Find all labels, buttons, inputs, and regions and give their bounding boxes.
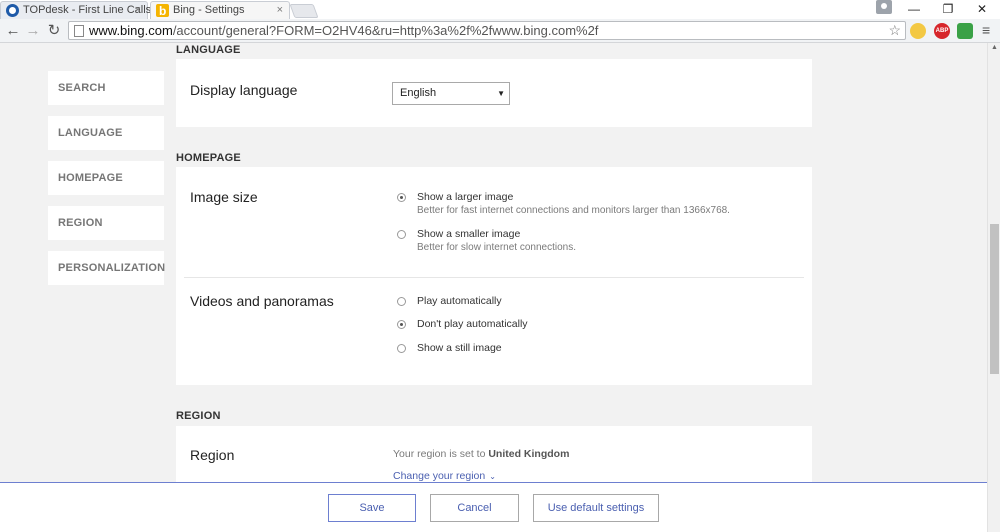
tab-title: TOPdesk - First Line Calls	[23, 4, 152, 16]
region-section-title: REGION	[176, 410, 221, 422]
tab-bing-settings[interactable]: Bing - Settings ×	[150, 1, 290, 20]
tab-topdesk[interactable]: TOPdesk - First Line Calls ×	[0, 1, 152, 19]
radio-play-automatically[interactable]	[397, 297, 406, 306]
region-value: United Kingdom	[488, 448, 570, 460]
sidebar-item-search[interactable]: SEARCH	[48, 71, 164, 105]
browser-toolbar: ← → ↻ www.bing.com/account/general?FORM=…	[0, 19, 1000, 43]
language-panel: Display language English ▼	[176, 59, 812, 127]
scroll-up-icon[interactable]: ▲	[991, 44, 998, 51]
display-language-select[interactable]: English ▼	[392, 82, 510, 105]
reload-button[interactable]: ↻	[45, 22, 63, 39]
topdesk-favicon-icon	[6, 4, 19, 17]
page-icon	[74, 25, 84, 37]
extension-print-icon[interactable]	[957, 23, 973, 39]
tab-strip: TOPdesk - First Line Calls × Bing - Sett…	[0, 0, 1000, 20]
cancel-button[interactable]: Cancel	[430, 494, 519, 522]
close-tab-icon[interactable]: ×	[277, 2, 283, 19]
language-section-title: LANGUAGE	[176, 44, 241, 56]
restore-button[interactable]: ❐	[931, 0, 965, 18]
bookmark-star-icon[interactable]: ☆	[888, 22, 901, 39]
url-text[interactable]: www.bing.com/account/general?FORM=O2HV46…	[89, 23, 598, 39]
image-size-label: Image size	[190, 189, 258, 205]
scroll-thumb[interactable]	[990, 224, 999, 374]
new-tab-button[interactable]	[289, 4, 319, 18]
extension-icon[interactable]	[910, 23, 926, 39]
change-region-link[interactable]: Change your region ⌄	[393, 470, 496, 482]
select-value: English	[400, 87, 437, 99]
forward-button[interactable]: →	[24, 22, 42, 39]
display-language-label: Display language	[190, 82, 298, 98]
chevron-down-icon: ⌄	[489, 472, 496, 481]
close-window-button[interactable]: ✕	[965, 0, 999, 18]
page-viewport: SEARCH LANGUAGE HOMEPAGE REGION PERSONAL…	[0, 43, 987, 532]
divider	[184, 277, 804, 278]
adblock-plus-icon[interactable]: ABP	[934, 23, 950, 39]
save-button[interactable]: Save	[328, 494, 416, 522]
use-default-settings-button[interactable]: Use default settings	[533, 494, 659, 522]
close-tab-icon[interactable]: ×	[135, 2, 141, 19]
profile-icon[interactable]	[876, 0, 892, 14]
back-button[interactable]: ←	[4, 22, 22, 39]
homepage-panel: Image size Show a larger image Better fo…	[176, 167, 812, 385]
minimize-button[interactable]: —	[897, 0, 931, 18]
dropdown-arrow-icon: ▼	[497, 89, 505, 98]
videos-panoramas-label: Videos and panoramas	[190, 293, 334, 309]
region-status-text: Your region is set to United Kingdom	[393, 448, 570, 460]
radio-larger-image[interactable]	[397, 193, 406, 202]
sidebar-item-personalization[interactable]: PERSONALIZATION	[48, 251, 165, 285]
sidebar-item-language[interactable]: LANGUAGE	[48, 116, 164, 150]
region-label: Region	[190, 447, 235, 463]
sidebar-item-region[interactable]: REGION	[48, 206, 164, 240]
menu-icon[interactable]: ≡	[982, 22, 990, 39]
radio-still-image[interactable]	[397, 344, 406, 353]
radio-dont-play[interactable]	[397, 320, 406, 329]
settings-footer: Save Cancel Use default settings	[0, 482, 987, 532]
address-bar[interactable]: www.bing.com/account/general?FORM=O2HV46…	[68, 21, 906, 40]
homepage-section-title: HOMEPAGE	[176, 152, 241, 164]
bing-favicon-icon	[156, 3, 169, 20]
radio-smaller-image[interactable]	[397, 230, 406, 239]
tab-title: Bing - Settings	[173, 4, 245, 16]
sidebar-item-homepage[interactable]: HOMEPAGE	[48, 161, 164, 195]
settings-sidebar: SEARCH LANGUAGE HOMEPAGE REGION PERSONAL…	[48, 71, 165, 296]
vertical-scrollbar[interactable]: ▲	[987, 43, 1000, 532]
